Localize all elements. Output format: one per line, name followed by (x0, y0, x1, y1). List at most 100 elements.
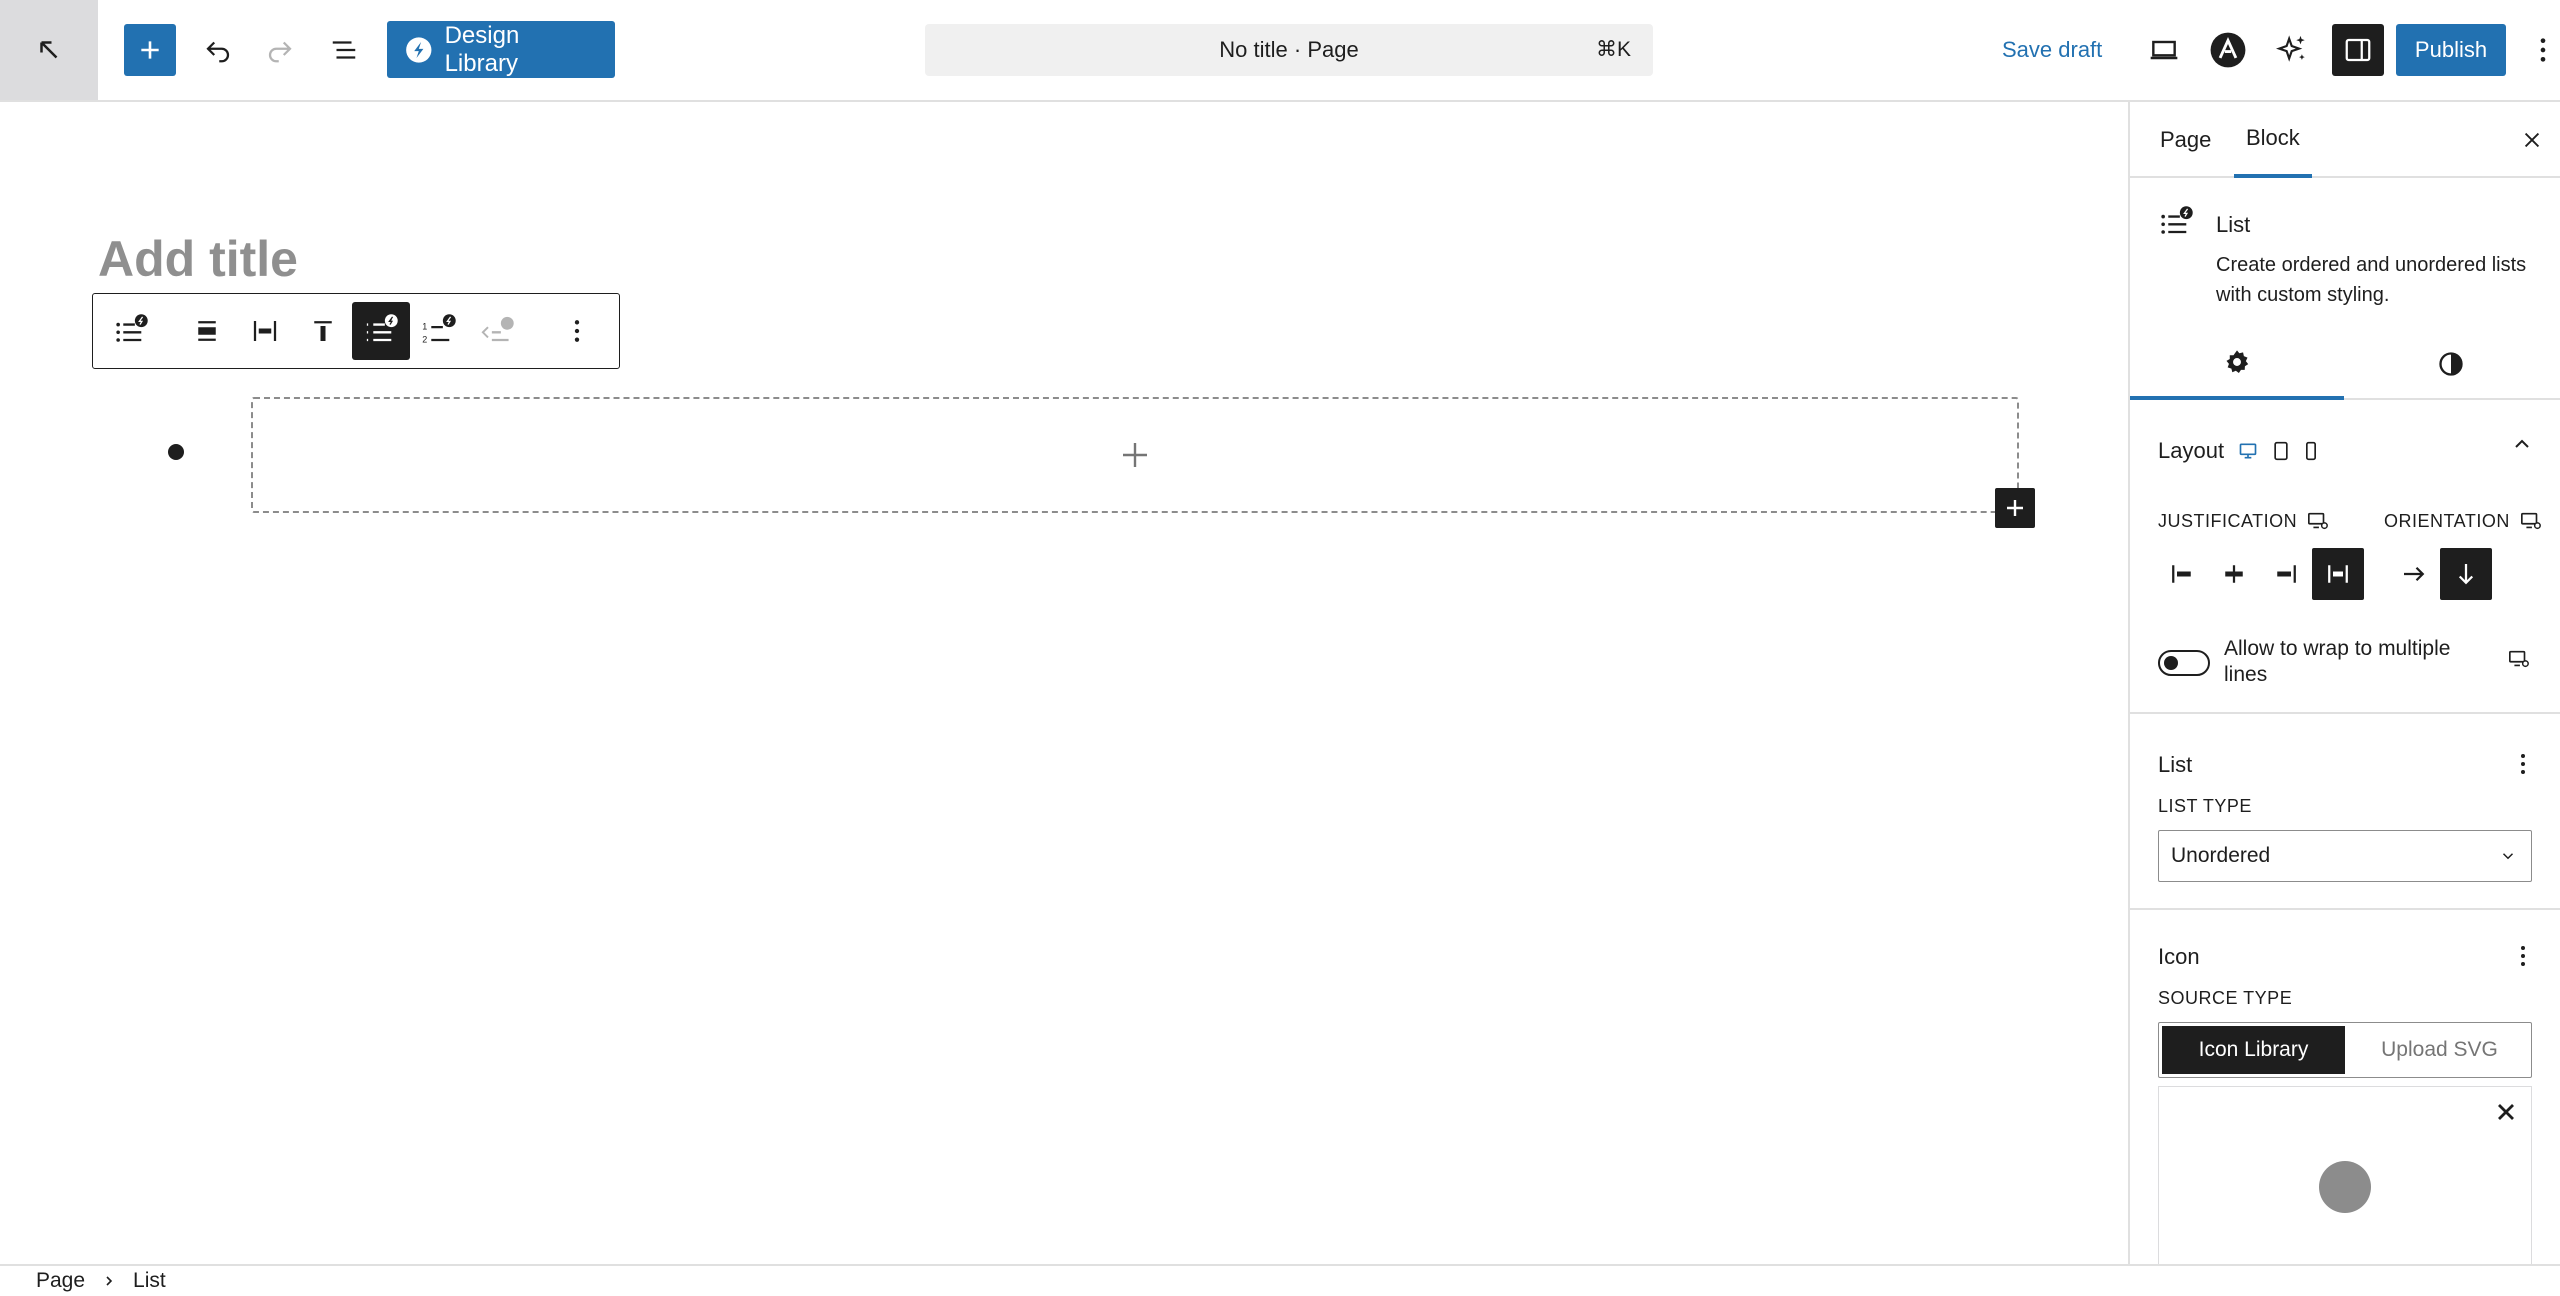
orientation-controls (2388, 548, 2492, 600)
tab-settings[interactable] (2130, 328, 2344, 400)
close-icon (2498, 1104, 2514, 1120)
arrow-right-icon (2404, 566, 2425, 582)
chevron-up-icon (2515, 439, 2529, 448)
tab-styles[interactable] (2344, 328, 2558, 400)
justification-controls (2156, 548, 2364, 600)
list-type-value: Unordered (2171, 844, 2271, 867)
design-library-button[interactable]: Design Library (387, 21, 615, 78)
gear-icon (2226, 350, 2249, 373)
chevron-right-icon (106, 1276, 113, 1286)
desktop-preview-icon (2150, 40, 2178, 60)
inspector-tabs (2130, 328, 2560, 400)
ai-assistant-button[interactable] (2268, 26, 2316, 74)
icon-panel-options-button[interactable] (2508, 936, 2538, 976)
mobile-icon[interactable] (2304, 441, 2318, 461)
post-title-input[interactable]: Add title (98, 230, 298, 288)
icon-library-option[interactable]: Icon Library (2162, 1026, 2345, 1074)
justify-right-icon (2277, 565, 2296, 583)
bulleted-list-icon (366, 314, 398, 342)
document-overview-button[interactable] (320, 26, 368, 74)
undo-button[interactable] (194, 26, 242, 74)
block-breadcrumb: Page List (0, 1264, 2560, 1296)
align-wide-button[interactable] (236, 302, 294, 360)
tablet-icon[interactable] (2272, 441, 2290, 461)
list-view-icon (332, 41, 356, 59)
responsive-icon[interactable] (2508, 648, 2530, 675)
align-center-button[interactable] (178, 302, 236, 360)
plus-icon (141, 41, 159, 59)
orientation-vertical-button[interactable] (2440, 548, 2492, 600)
block-title: List (2216, 212, 2251, 237)
stackable-list-icon (2158, 206, 2194, 245)
breadcrumb-item-list[interactable]: List (133, 1269, 166, 1293)
justify-stretch-button[interactable] (2312, 548, 2364, 600)
outdent-button[interactable] (468, 302, 526, 360)
astra-settings-button[interactable] (2204, 26, 2252, 74)
responsive-icon[interactable] (2520, 510, 2542, 532)
list-type-label: LIST TYPE (2158, 796, 2252, 816)
tab-page[interactable]: Page (2160, 102, 2211, 178)
list-panel-options-button[interactable] (2508, 744, 2538, 784)
outdent-icon (481, 316, 514, 342)
ordered-list-button[interactable]: 12 (410, 302, 468, 360)
plus-icon (1123, 443, 1147, 467)
settings-sidebar-toggle[interactable] (2332, 24, 2384, 76)
block-description: Create ordered and unordered lists with … (2216, 254, 2527, 306)
more-vertical-icon (2521, 946, 2525, 966)
wrap-toggle-label: Allow to wrap to multiple lines (2224, 637, 2451, 686)
publish-button[interactable]: Publish (2396, 24, 2506, 76)
numbered-list-icon: 12 (422, 314, 456, 345)
justify-right-button[interactable] (2260, 548, 2312, 600)
clear-icon-button[interactable] (2489, 1095, 2523, 1129)
svg-text:2: 2 (422, 335, 427, 345)
unordered-list-button[interactable] (352, 302, 410, 360)
desktop-icon[interactable] (2238, 441, 2258, 461)
arrow-down-icon (2458, 564, 2474, 585)
add-block-button[interactable] (1995, 488, 2035, 528)
justify-left-button[interactable] (2156, 548, 2208, 600)
breadcrumb-item-page[interactable]: Page (36, 1269, 85, 1293)
save-draft-button[interactable]: Save draft (1990, 26, 2114, 74)
orientation-label-row: ORIENTATION (2384, 510, 2542, 532)
list-block-switcher-button[interactable] (102, 302, 160, 360)
icon-panel: Icon SOURCE TYPE Icon Library Upload SVG (2130, 910, 2560, 1264)
justify-center-button[interactable] (2208, 548, 2260, 600)
close-sidebar-button[interactable] (2510, 118, 2554, 162)
tab-block[interactable]: Block (2234, 102, 2312, 178)
astra-logo-icon (2210, 32, 2246, 68)
document-title: No title · Page (1219, 37, 1359, 62)
preview-button[interactable] (2140, 26, 2188, 74)
command-palette-bar[interactable]: No title · Page ⌘K (925, 24, 1653, 76)
icon-preview[interactable] (2158, 1086, 2532, 1264)
list-item-appender[interactable] (251, 397, 2019, 513)
justification-label-row: JUSTIFICATION (2158, 510, 2329, 532)
back-to-dashboard-button[interactable] (0, 0, 98, 100)
plus-icon (2007, 500, 2023, 516)
stackable-logo-icon (406, 36, 432, 63)
orientation-horizontal-button[interactable] (2388, 548, 2440, 600)
source-type-label: SOURCE TYPE (2158, 988, 2293, 1008)
wrap-toggle[interactable] (2158, 650, 2210, 676)
more-vertical-icon (2521, 754, 2525, 774)
sidebar-icon (2345, 38, 2371, 62)
responsive-icon[interactable] (2307, 510, 2329, 532)
align-none-icon (198, 321, 216, 341)
design-library-label: Design Library (444, 21, 520, 77)
contrast-icon (2439, 352, 2463, 376)
block-options-button[interactable] (548, 302, 606, 360)
upload-svg-option[interactable]: Upload SVG (2348, 1023, 2531, 1077)
more-vertical-icon (2540, 38, 2546, 62)
editor-header: Design Library No title · Page ⌘K Save d… (0, 0, 2560, 102)
align-top-icon (314, 321, 332, 341)
block-inserter-button[interactable] (124, 24, 176, 76)
options-menu-button[interactable] (2526, 26, 2560, 74)
settings-sidebar: Page Block List Create ordered and unord… (2128, 102, 2560, 1264)
source-type-toggle: Icon Library Upload SVG (2158, 1022, 2532, 1078)
vertical-align-top-button[interactable] (294, 302, 352, 360)
layout-panel-header[interactable]: Layout (2158, 438, 2318, 464)
collapse-panel-button[interactable] (2510, 432, 2534, 461)
redo-button[interactable] (256, 26, 304, 74)
stackable-list-icon (116, 314, 148, 342)
justify-center-icon (2225, 565, 2243, 583)
list-type-select[interactable]: Unordered (2158, 830, 2532, 882)
